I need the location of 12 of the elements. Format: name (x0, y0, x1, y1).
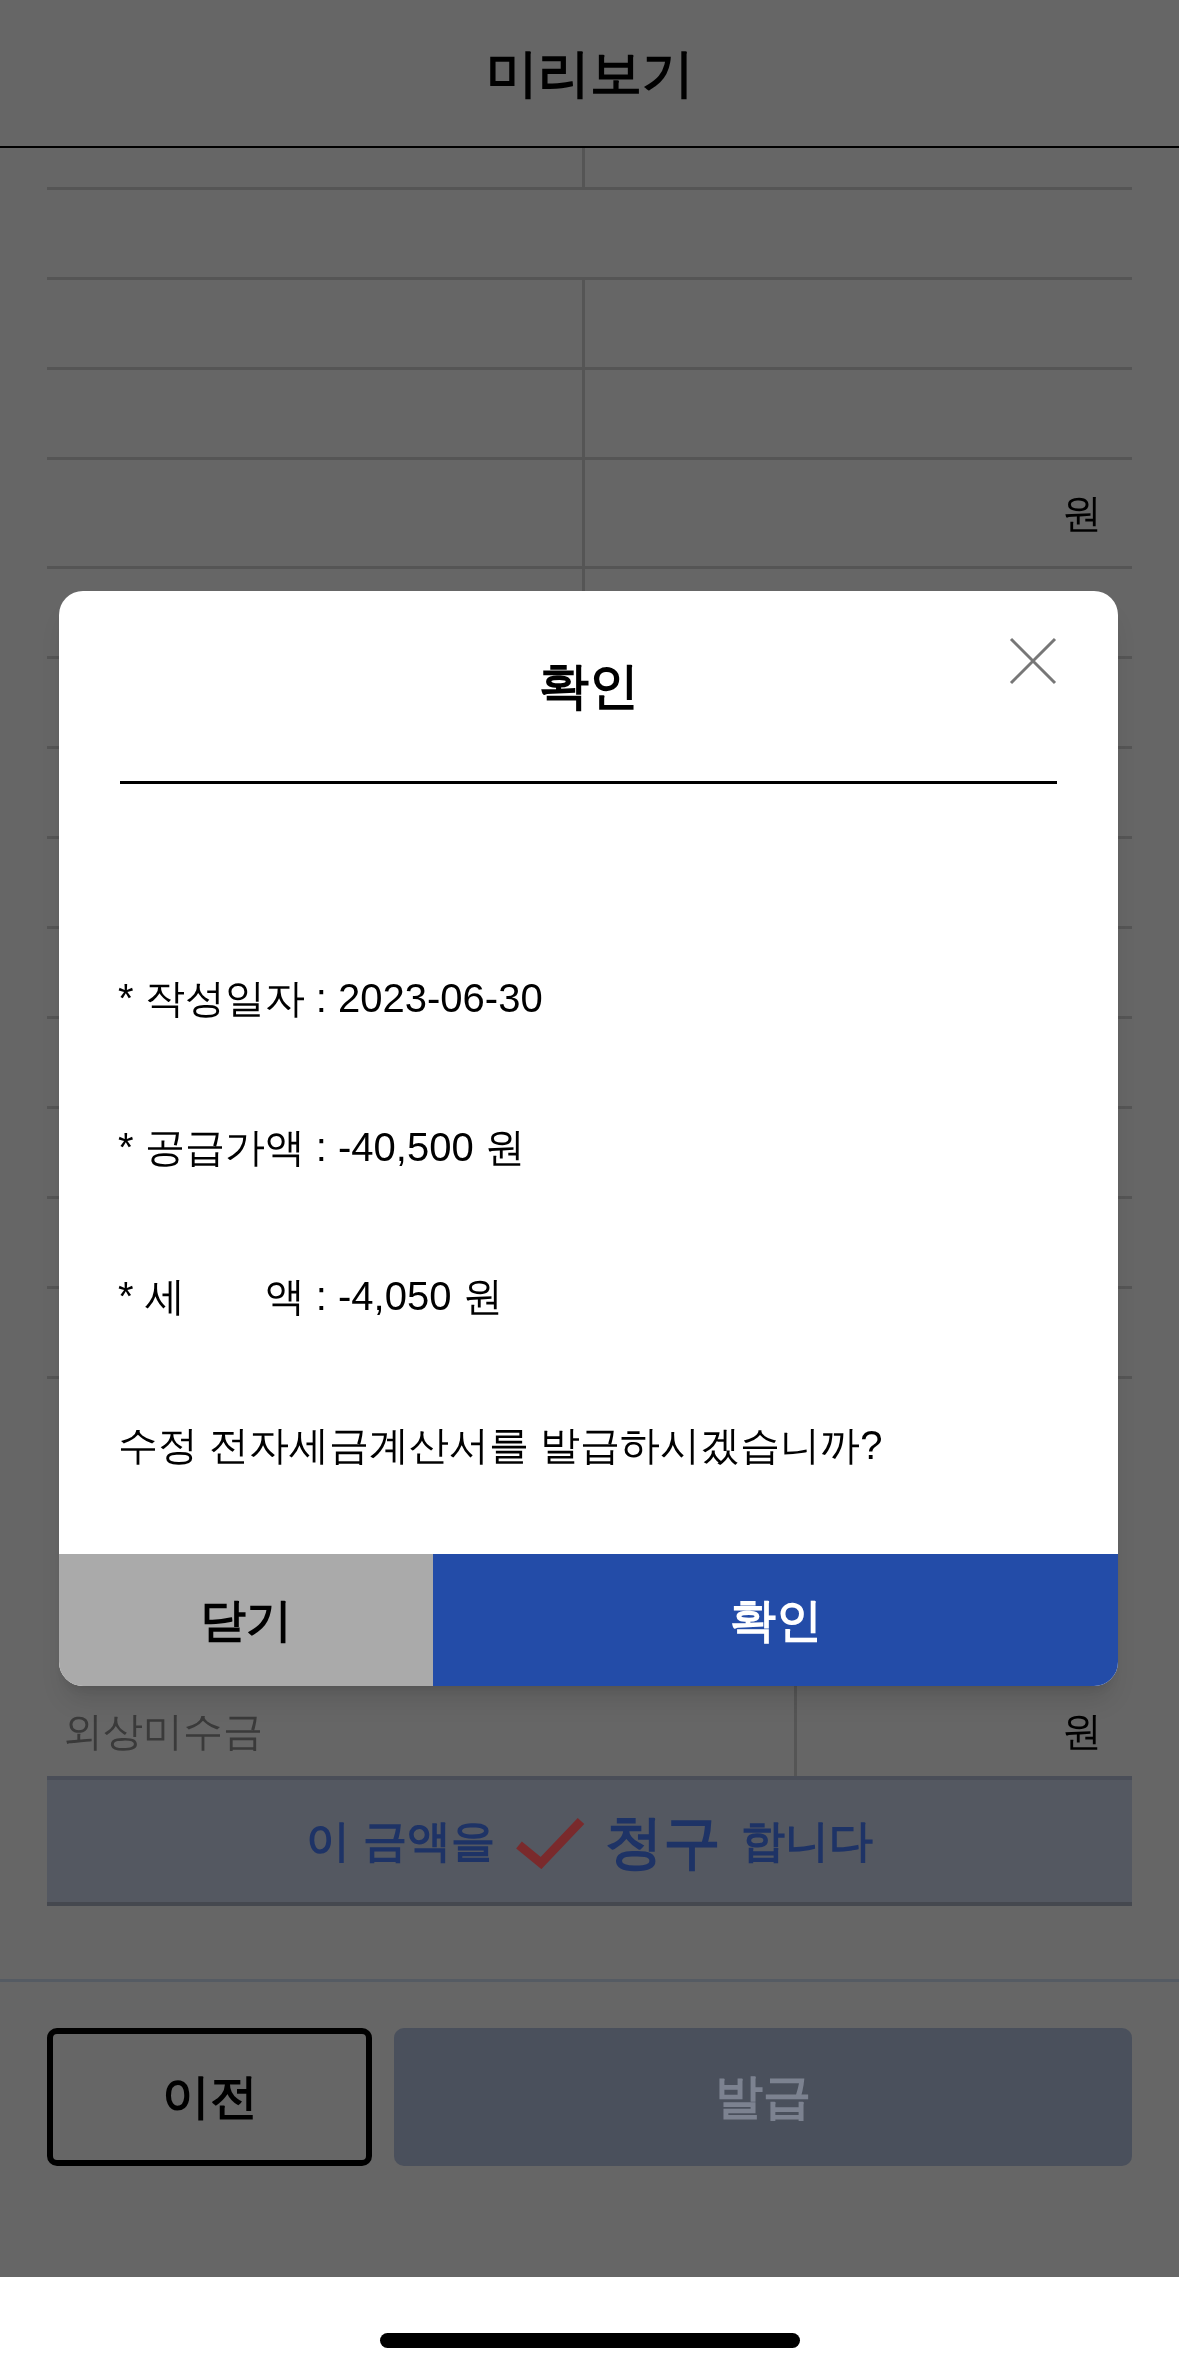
unit-label: 원 (1062, 1708, 1102, 1755)
dialog-title: 확인 (538, 656, 639, 716)
detail-line: * 작성일자 : 2023-06-30 (118, 975, 544, 1022)
confirm-question: 수정 전자세금계산서를 발급하시겠습니까? (118, 1422, 884, 1469)
close-button[interactable]: 닫기 (59, 1554, 433, 1686)
close-icon[interactable] (1009, 637, 1057, 685)
unit-label: 원 (1062, 490, 1102, 537)
detail-line: * 세 액 : -4,050 원 (118, 1273, 504, 1320)
page-title: 미리보기 (485, 43, 694, 104)
confirm-button[interactable]: 확인 (433, 1554, 1118, 1686)
detail-line: * 공급가액 : -40,500 원 (118, 1124, 526, 1171)
previous-button[interactable]: 이전 (47, 2028, 372, 2166)
